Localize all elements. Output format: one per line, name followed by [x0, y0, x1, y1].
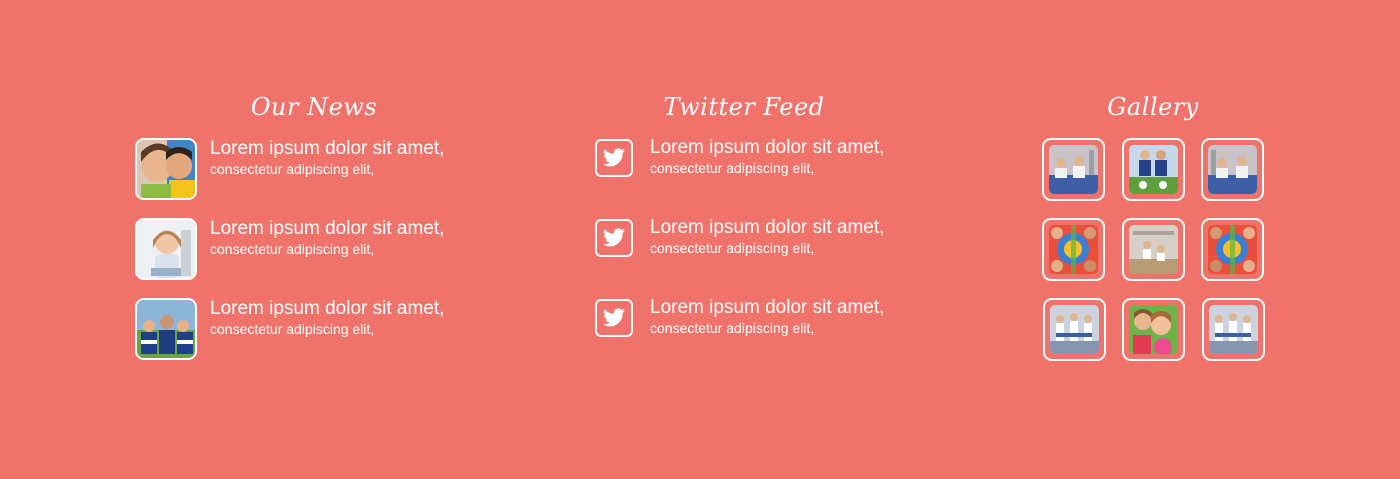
tweet-item[interactable]: Lorem ipsum dolor sit amet, consectetur … — [595, 297, 935, 363]
gallery-image[interactable] — [1122, 298, 1185, 361]
gallery-image[interactable] — [1202, 298, 1265, 361]
news-item[interactable]: Lorem ipsum dolor sit amet, consectetur … — [135, 298, 475, 364]
news-item-subtitle: consectetur adipiscing elit, — [210, 241, 375, 257]
news-section-title: Our News — [250, 93, 378, 121]
tweet-title[interactable]: Lorem ipsum dolor sit amet, — [650, 137, 884, 159]
twitter-bird-icon[interactable] — [595, 139, 633, 177]
news-thumbnail[interactable] — [135, 298, 197, 360]
gallery-image[interactable] — [1201, 138, 1264, 201]
twitter-bird-icon[interactable] — [595, 219, 633, 257]
twitter-section-title: Twitter Feed — [663, 93, 825, 121]
tweet-item[interactable]: Lorem ipsum dolor sit amet, consectetur … — [595, 137, 935, 203]
twitter-bird-icon[interactable] — [595, 299, 633, 337]
news-item-title[interactable]: Lorem ipsum dolor sit amet, — [210, 298, 444, 320]
news-item[interactable]: Lorem ipsum dolor sit amet, consectetur … — [135, 138, 475, 204]
tweet-title[interactable]: Lorem ipsum dolor sit amet, — [650, 297, 884, 319]
tweet-subtitle: consectetur adipiscing elit, — [650, 240, 815, 256]
tweet-title[interactable]: Lorem ipsum dolor sit amet, — [650, 217, 884, 239]
tweet-subtitle: consectetur adipiscing elit, — [650, 320, 815, 336]
gallery-image[interactable] — [1122, 218, 1185, 281]
gallery-section-title: Gallery — [1107, 93, 1199, 121]
news-item-subtitle: consectetur adipiscing elit, — [210, 161, 375, 177]
news-thumbnail[interactable] — [135, 138, 197, 200]
news-item-subtitle: consectetur adipiscing elit, — [210, 321, 375, 337]
news-item-title[interactable]: Lorem ipsum dolor sit amet, — [210, 218, 444, 240]
gallery-image[interactable] — [1042, 218, 1105, 281]
gallery-image[interactable] — [1043, 298, 1106, 361]
news-item-title[interactable]: Lorem ipsum dolor sit amet, — [210, 138, 444, 160]
news-item[interactable]: Lorem ipsum dolor sit amet, consectetur … — [135, 218, 475, 284]
tweet-subtitle: consectetur adipiscing elit, — [650, 160, 815, 176]
news-thumbnail[interactable] — [135, 218, 197, 280]
gallery-image[interactable] — [1201, 218, 1264, 281]
gallery-image[interactable] — [1042, 138, 1105, 201]
gallery-image[interactable] — [1122, 138, 1185, 201]
tweet-item[interactable]: Lorem ipsum dolor sit amet, consectetur … — [595, 217, 935, 283]
